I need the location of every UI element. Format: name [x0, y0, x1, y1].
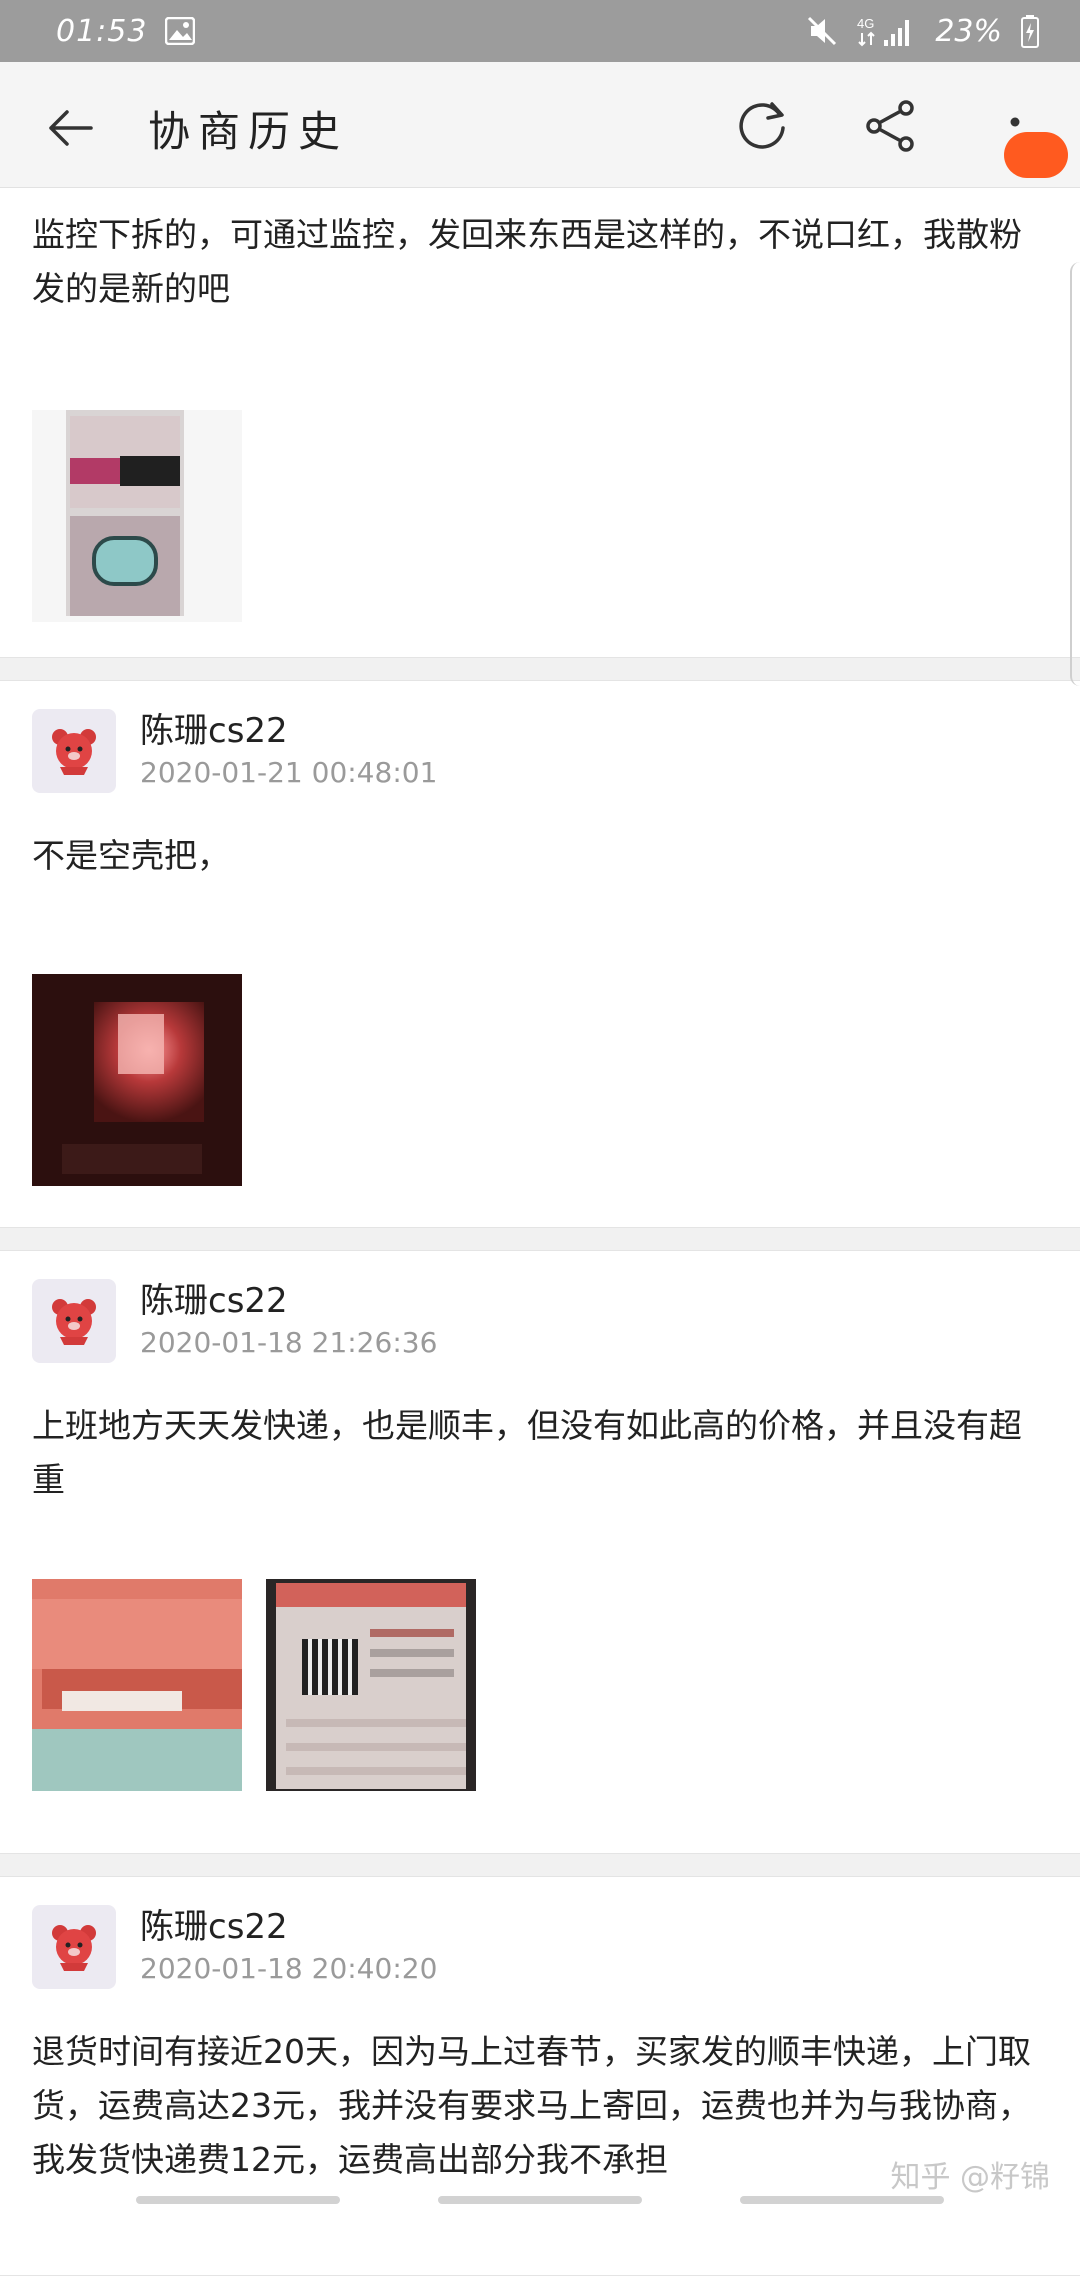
refresh-icon	[739, 102, 785, 149]
notification-badge[interactable]	[1004, 132, 1068, 178]
message-images	[32, 1579, 476, 1791]
nav-hint-right	[740, 2196, 944, 2204]
message-card: 陈珊cs22 2020-01-18 21:26:36 上班地方天天发快递，也是顺…	[0, 1250, 1080, 1854]
card-divider	[0, 1228, 1080, 1250]
message-text: 监控下拆的，可通过监控，发回来东西是这样的，不说口红，我散粉发的是新的吧	[32, 215, 1022, 308]
avatar[interactable]	[32, 1279, 116, 1363]
message-card: 陈珊cs22 2020-01-18 20:40:20 退货时间有接近20天，因为…	[0, 1876, 1080, 2276]
message-image[interactable]	[32, 1579, 242, 1791]
share-button[interactable]	[858, 94, 922, 158]
nav-hint-left	[136, 2196, 340, 2204]
back-button[interactable]	[40, 98, 100, 158]
status-time: 01:53	[56, 13, 148, 49]
message-time: 2020-01-18 21:26:36	[140, 1326, 438, 1359]
author-row: 陈珊cs22 2020-01-21 00:48:01	[32, 709, 437, 793]
message-text: 不是空壳把，	[32, 836, 230, 875]
share-icon	[866, 100, 914, 152]
mute-icon	[805, 14, 839, 48]
message-image[interactable]	[32, 974, 242, 1186]
message-image[interactable]	[266, 1579, 476, 1791]
message-image[interactable]	[32, 410, 242, 622]
card-divider	[0, 1854, 1080, 1876]
author-name: 陈珊cs22	[140, 711, 288, 751]
author-row: 陈珊cs22 2020-01-18 21:26:36	[32, 1279, 437, 1363]
scroll-indicator[interactable]	[1070, 262, 1080, 686]
nav-hint-center	[438, 2196, 642, 2204]
bear-avatar-icon	[52, 1299, 96, 1345]
message-card: 监控下拆的，可通过监控，发回来东西是这样的，不说口红，我散粉发的是新的吧	[0, 188, 1080, 658]
message-card: 陈珊cs22 2020-01-21 00:48:01 不是空壳把，	[0, 680, 1080, 1228]
message-time: 2020-01-21 00:48:01	[140, 756, 438, 789]
refresh-button[interactable]	[730, 94, 794, 158]
battery-icon	[1020, 14, 1040, 48]
app-bar: 协商历史	[0, 62, 1080, 188]
avatar[interactable]	[32, 709, 116, 793]
negotiation-feed: 监控下拆的，可通过监控，发回来东西是这样的，不说口红，我散粉发的是新的吧 陈珊c…	[0, 188, 1080, 2276]
card-divider	[0, 658, 1080, 680]
message-time: 2020-01-18 20:40:20	[140, 1952, 438, 1985]
back-arrow-icon	[49, 110, 93, 146]
status-bar: 01:53 4G 23%	[0, 0, 1080, 62]
bear-avatar-icon	[52, 729, 96, 775]
watermark: 知乎 @籽锦	[890, 2160, 1050, 2195]
page-title: 协商历史	[148, 107, 349, 156]
bear-avatar-icon	[52, 1925, 96, 1971]
message-images	[32, 410, 242, 622]
message-text: 上班地方天天发快递，也是顺丰，但没有如此高的价格，并且没有超重	[32, 1406, 1022, 1499]
gallery-icon	[165, 17, 196, 45]
network-label: 4G	[857, 16, 874, 31]
author-name: 陈珊cs22	[140, 1907, 288, 1947]
network-icon: 4G	[857, 14, 917, 48]
avatar[interactable]	[32, 1905, 116, 1989]
author-row: 陈珊cs22 2020-01-18 20:40:20	[32, 1905, 437, 1989]
message-images	[32, 974, 242, 1186]
author-name: 陈珊cs22	[140, 1281, 288, 1321]
battery-percent: 23%	[935, 13, 1002, 49]
